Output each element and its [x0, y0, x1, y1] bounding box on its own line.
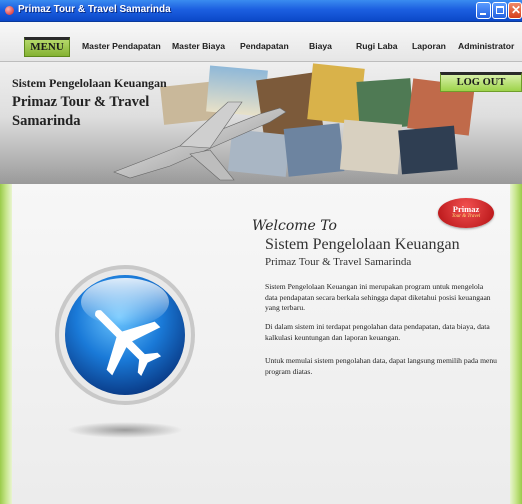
airplane-wing-lower [189, 149, 235, 181]
window-title: Primaz Tour & Travel Samarinda [18, 4, 171, 15]
photo-8 [283, 123, 345, 177]
header-banner: Sistem Pengelolaan Keuangan Primaz Tour … [0, 62, 522, 184]
logout-button[interactable]: LOG OUT [440, 72, 522, 92]
menu-item-master-biaya[interactable]: Master Biaya [172, 41, 225, 51]
banner-line-3: Samarinda [12, 113, 81, 129]
photo-9 [339, 119, 403, 175]
brand-badge: Primaz Tour & Travel [438, 198, 494, 228]
menu-bar: MENU Master Pendapatan Master Biaya Pend… [0, 22, 522, 62]
badge-line-2: Tour & Travel [451, 214, 481, 219]
close-icon: ✕ [511, 3, 522, 17]
welcome-paragraph-2: Di dalam sistem ini terdapat pengolahan … [265, 322, 490, 342]
menu-button[interactable]: MENU [24, 37, 70, 57]
menu-item-biaya[interactable]: Biaya [309, 41, 332, 51]
welcome-subtitle: Primaz Tour & Travel Samarinda [265, 256, 412, 268]
close-button[interactable]: ✕ [508, 2, 522, 19]
banner-line-2: Primaz Tour & Travel [12, 94, 150, 110]
maximize-icon [496, 6, 504, 14]
welcome-paragraph-3: Untuk memulai sistem pengolahan data, da… [265, 356, 497, 376]
menu-item-master-pendapatan[interactable]: Master Pendapatan [82, 41, 161, 51]
maximize-button[interactable] [492, 2, 507, 19]
badge-line-1: Primaz [452, 204, 480, 214]
window-titlebar: Primaz Tour & Travel Samarinda ✕ [0, 0, 522, 22]
banner-line-1: Sistem Pengelolaan Keuangan [12, 76, 167, 90]
airplane-icon [55, 265, 195, 438]
menu-item-administrator[interactable]: Administrator [458, 41, 514, 51]
menu-item-laporan[interactable]: Laporan [412, 41, 446, 51]
photo-4 [307, 63, 365, 125]
minimize-icon [480, 13, 486, 15]
app-icon [5, 6, 14, 15]
welcome-script: Welcome To [252, 218, 337, 234]
minimize-button[interactable] [476, 2, 491, 19]
menu-item-rugi-laba[interactable]: Rugi Laba [356, 41, 398, 51]
menu-item-pendapatan[interactable]: Pendapatan [240, 41, 289, 51]
photo-10 [398, 125, 458, 175]
welcome-title: Sistem Pengelolaan Keuangan [265, 236, 460, 253]
welcome-paragraph-1: Sistem Pengelolaan Keuangan ini merupaka… [265, 282, 491, 312]
